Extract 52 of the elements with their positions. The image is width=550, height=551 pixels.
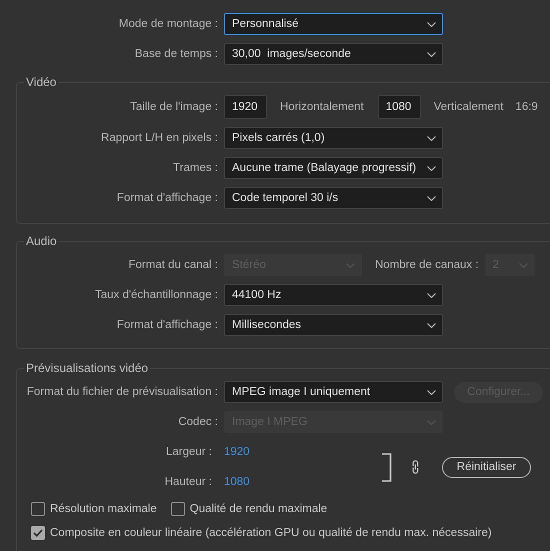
dropdown[interactable]: Pixels carrés (1,0) bbox=[224, 127, 443, 149]
dropdown[interactable]: MPEG image I uniquement bbox=[224, 381, 443, 403]
dropdown[interactable]: Millisecondes bbox=[224, 314, 443, 336]
section-title: Audio bbox=[24, 234, 59, 248]
dropdown[interactable]: Aucune trame (Balayage progressif) bbox=[224, 157, 443, 179]
checkbox-label[interactable]: Qualité de rendu maximale bbox=[190, 503, 328, 515]
chevron-icon bbox=[427, 136, 436, 140]
section-title: Vidéo bbox=[24, 75, 58, 89]
reset-button[interactable]: Réinitialiser bbox=[442, 456, 531, 478]
unit-label: Horizontalement bbox=[280, 101, 364, 113]
field-label: Mode de montage : bbox=[118, 18, 218, 30]
dropdown[interactable]: 30,00 images/seconde bbox=[224, 43, 443, 65]
field-label: Taille de l'image : bbox=[129, 101, 218, 113]
field-label: Base de temps : bbox=[134, 48, 218, 60]
field-label: Codec : bbox=[177, 416, 218, 428]
field-label: Format du fichier de prévisualisation : bbox=[26, 386, 218, 398]
number-field[interactable]: 1080 bbox=[378, 95, 421, 119]
dimension-value: 1920 bbox=[224, 446, 250, 458]
field-label: Largeur : bbox=[164, 446, 212, 458]
dimension-value: 1080 bbox=[224, 476, 250, 488]
field-label: Trames : bbox=[172, 162, 218, 174]
number-field[interactable]: 1920 bbox=[224, 95, 267, 119]
field-label: Format d'affichage : bbox=[116, 192, 218, 204]
checkbox[interactable] bbox=[170, 502, 185, 516]
dropdown[interactable]: Code temporel 30 i/s bbox=[224, 187, 443, 209]
dropdown[interactable]: 44100 Hz bbox=[224, 284, 443, 306]
field-label: Nombre de canaux : bbox=[375, 259, 479, 271]
chevron-icon bbox=[427, 52, 436, 56]
dropdown[interactable]: Personnalisé bbox=[224, 13, 443, 35]
checkbox[interactable] bbox=[31, 526, 45, 540]
chevron-icon bbox=[346, 262, 355, 268]
aspect-ratio: 16:9 bbox=[515, 101, 538, 113]
chevron-icon bbox=[518, 262, 528, 268]
field-label: Format d'affichage : bbox=[116, 319, 218, 331]
chevron-icon bbox=[427, 22, 436, 26]
chevron-icon bbox=[427, 322, 436, 328]
chevron-icon bbox=[427, 390, 436, 394]
checkbox[interactable] bbox=[31, 502, 45, 516]
link-icon[interactable] bbox=[412, 460, 419, 474]
unit-label: Verticalement bbox=[434, 101, 504, 113]
chevron-icon bbox=[427, 420, 436, 424]
bracket-icon bbox=[382, 452, 392, 482]
chevron-icon bbox=[427, 166, 436, 170]
field-label: Format du canal : bbox=[128, 259, 218, 271]
checkbox-label[interactable]: Composite en couleur linéaire (accélération GPU ou qualité de rendu max. nécessaire) bbox=[50, 527, 492, 539]
section-title: Prévisualisations vidéo bbox=[24, 361, 150, 375]
chevron-icon bbox=[427, 196, 436, 200]
field-label: Rapport L/H en pixels : bbox=[100, 132, 218, 144]
field-label: Taux d'échantillonnage : bbox=[94, 289, 218, 301]
checkbox-label[interactable]: Résolution maximale bbox=[50, 503, 157, 515]
chevron-icon bbox=[427, 292, 436, 298]
field-label: Hauteur : bbox=[164, 476, 212, 488]
